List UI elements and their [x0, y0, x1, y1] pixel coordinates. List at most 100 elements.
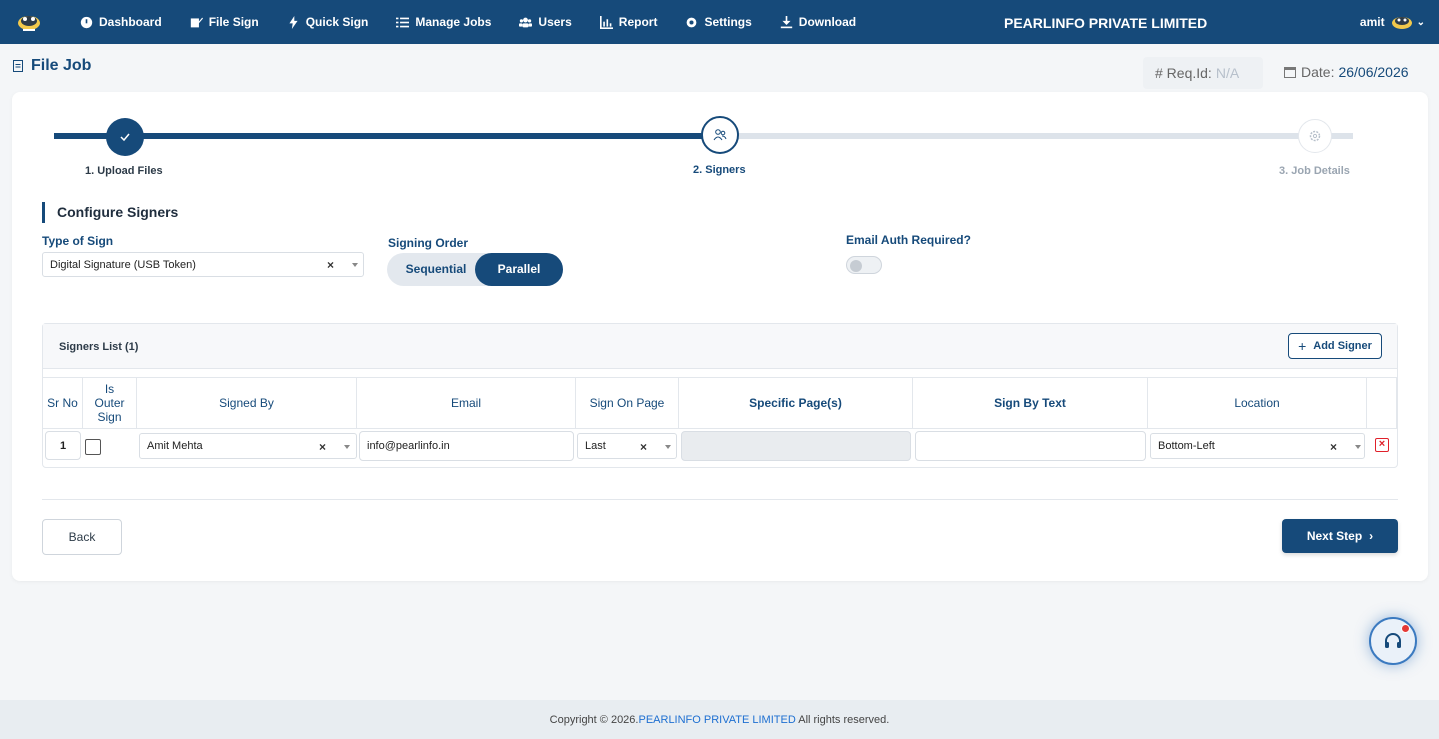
col-signed-by: Signed By	[137, 377, 357, 429]
headset-icon	[1385, 633, 1401, 648]
step-upload-files[interactable]	[106, 118, 144, 156]
outer-sign-checkbox[interactable]	[85, 439, 101, 455]
nav-download[interactable]: Download	[780, 15, 856, 29]
location-select[interactable]: Bottom-Left ×	[1150, 433, 1365, 459]
date-box: Date: 26/06/2026	[1284, 64, 1409, 80]
dashboard-icon	[80, 16, 93, 28]
col-sign-on-page: Sign On Page	[576, 377, 679, 429]
add-signer-button[interactable]: + Add Signer	[1288, 333, 1382, 359]
users-icon	[519, 17, 533, 27]
calendar-icon	[1284, 67, 1296, 78]
signed-by-select[interactable]: Amit Mehta ×	[139, 433, 357, 459]
req-id-value: N/A	[1215, 65, 1240, 81]
app-logo[interactable]	[16, 9, 42, 35]
step-1-label: 1. Upload Files	[85, 165, 163, 177]
col-is-outer-sign: Is Outer Sign	[83, 377, 137, 429]
caret-down-icon[interactable]	[344, 445, 350, 449]
parallel-option[interactable]: Parallel	[475, 253, 563, 286]
plus-icon: +	[1298, 338, 1307, 354]
download-icon	[780, 15, 792, 28]
footer-divider	[42, 499, 1398, 500]
user-avatar-icon	[1391, 17, 1412, 29]
nav-quick-sign-label: Quick Sign	[305, 15, 369, 29]
clear-icon[interactable]: ×	[1330, 440, 1337, 454]
nav-manage-jobs-label: Manage Jobs	[415, 15, 492, 29]
type-of-sign-label: Type of Sign	[42, 234, 114, 248]
sign-by-text-input[interactable]	[915, 431, 1146, 461]
support-button[interactable]	[1369, 617, 1417, 665]
top-navbar: Dashboard File Sign Quick Sign Manage Jo…	[0, 0, 1439, 44]
notification-dot	[1401, 624, 1410, 633]
page-footer: Copyright © 2026. PEARLINFO PRIVATE LIMI…	[0, 700, 1439, 739]
nav-users-label: Users	[538, 15, 572, 29]
table-header-border	[43, 428, 1397, 429]
wizard-card: 1. Upload Files 2. Signers 3. Job Detail…	[12, 92, 1428, 581]
caret-down-icon[interactable]	[352, 263, 358, 267]
clear-icon[interactable]: ×	[319, 440, 326, 454]
clear-icon[interactable]: ×	[640, 440, 647, 454]
type-of-sign-select[interactable]: Digital Signature (USB Token) ×	[42, 252, 364, 277]
specific-pages-input[interactable]	[681, 431, 911, 461]
add-signer-label: Add Signer	[1313, 340, 1372, 352]
section-heading: Configure Signers	[42, 202, 178, 223]
nav-download-label: Download	[798, 15, 857, 29]
col-location: Location	[1148, 377, 1367, 429]
clear-icon[interactable]: ×	[327, 258, 334, 272]
signing-order-toggle: Sequential Parallel	[387, 253, 563, 286]
col-specific-pages: Specific Page(s)	[679, 377, 913, 429]
sign-on-page-value: Last	[585, 440, 606, 452]
page-title: File Job	[12, 57, 91, 75]
nav-settings-label: Settings	[704, 15, 752, 29]
signers-list-title: Signers List (1)	[59, 341, 139, 353]
nav-file-sign[interactable]: File Sign	[190, 15, 259, 29]
back-button[interactable]: Back	[42, 519, 122, 555]
col-sign-by-text: Sign By Text	[913, 377, 1148, 429]
signing-order-label: Signing Order	[388, 236, 469, 250]
caret-down-icon[interactable]	[1355, 445, 1361, 449]
caret-down-icon[interactable]	[665, 445, 671, 449]
step-job-details[interactable]	[1298, 119, 1332, 153]
copyright-suffix: All rights reserved.	[795, 713, 890, 726]
req-id-box: # Req.Id: N/A	[1143, 57, 1263, 89]
req-id-label: # Req.Id:	[1155, 65, 1212, 81]
user-menu[interactable]: amit ⌄	[1360, 13, 1425, 31]
step-signers[interactable]	[701, 116, 739, 154]
type-of-sign-value: Digital Signature (USB Token)	[50, 258, 196, 271]
chevron-down-icon: ⌄	[1416, 16, 1425, 28]
gear-icon	[687, 17, 697, 27]
nav-settings[interactable]: Settings	[685, 15, 752, 29]
email-auth-switch[interactable]	[846, 256, 882, 274]
date-label: Date:	[1301, 64, 1335, 80]
switch-knob	[850, 260, 862, 272]
nav-report[interactable]: Report	[599, 15, 658, 29]
col-sr-no: Sr No	[43, 377, 83, 429]
sr-no-input[interactable]: 1	[45, 431, 81, 460]
email-auth-label: Email Auth Required?	[846, 233, 971, 247]
nav-dashboard[interactable]: Dashboard	[80, 15, 162, 29]
nav-quick-sign[interactable]: Quick Sign	[287, 15, 369, 29]
signers-list-panel: Signers List (1) + Add Signer Sr No Is O…	[42, 323, 1398, 468]
nav-menu: Dashboard File Sign Quick Sign Manage Jo…	[80, 0, 884, 44]
nav-manage-jobs[interactable]: Manage Jobs	[396, 15, 491, 29]
progress-track-done	[54, 133, 719, 139]
nav-report-label: Report	[618, 15, 658, 29]
users-icon	[713, 129, 727, 141]
file-sign-icon	[190, 17, 203, 27]
copyright-prefix: Copyright © 2026.	[549, 713, 639, 726]
next-step-button[interactable]: Next Step ›	[1282, 519, 1398, 553]
next-step-label: Next Step	[1306, 529, 1363, 543]
report-icon	[599, 15, 613, 29]
date-value: 26/06/2026	[1338, 64, 1409, 80]
delete-row-icon[interactable]: ×	[1375, 438, 1389, 452]
nav-users[interactable]: Users	[519, 15, 572, 29]
signed-by-value: Amit Mehta	[147, 440, 203, 452]
company-link[interactable]: PEARLINFO PRIVATE LIMITED	[638, 714, 795, 726]
list-icon	[396, 17, 410, 27]
step-2-label: 2. Signers	[693, 164, 746, 176]
check-icon	[120, 133, 130, 142]
sign-on-page-select[interactable]: Last ×	[577, 433, 677, 459]
col-email: Email	[357, 377, 576, 429]
email-input[interactable]: info@pearlinfo.in	[359, 431, 574, 461]
sequential-option[interactable]: Sequential	[387, 253, 485, 286]
step-3-label: 3. Job Details	[1279, 165, 1350, 177]
